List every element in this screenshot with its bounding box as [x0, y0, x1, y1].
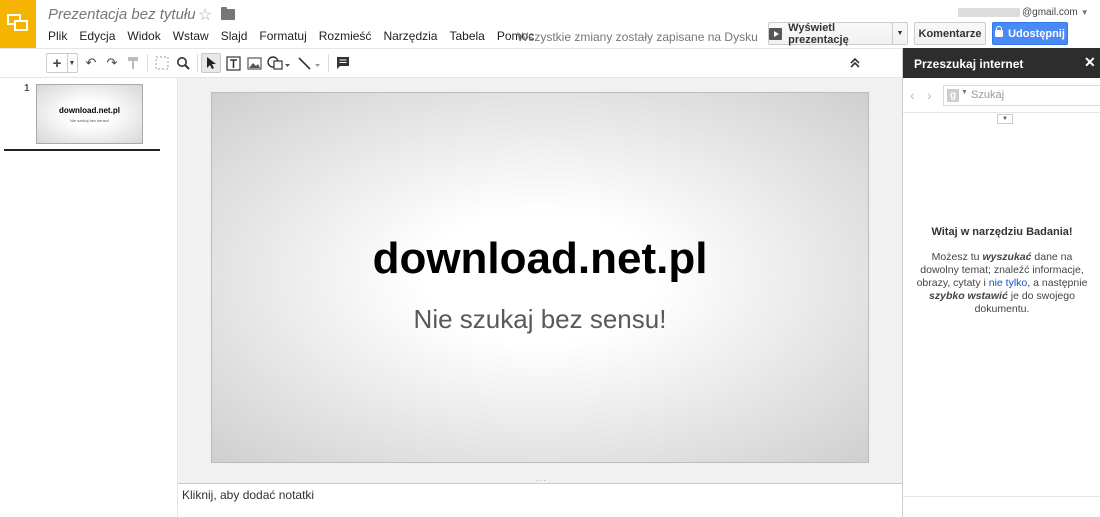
toolbar: + ▼ ↶ ↷ — [0, 48, 902, 78]
speaker-notes[interactable]: Kliknij, aby dodać notatki — [178, 484, 902, 517]
slide-number: 1 — [24, 83, 30, 94]
chevron-down-icon: ▼ — [1080, 8, 1089, 17]
filmstrip-drop-indicator — [4, 149, 160, 151]
new-slide-button[interactable]: + — [46, 53, 68, 73]
slide-thumbnail[interactable]: download.net.pl Nie szukaj bez sensu! — [36, 84, 143, 144]
image-icon[interactable] — [245, 53, 263, 73]
slides-logo-icon — [7, 14, 28, 31]
menu-view[interactable]: Widok — [127, 29, 160, 43]
welcome-body: Możesz tu wyszukać dane na dowolny temat… — [916, 251, 1088, 315]
menu-file[interactable]: Plik — [48, 29, 67, 43]
welcome-title: Witaj w narzędziu Badania! — [931, 226, 1073, 238]
research-divider — [903, 112, 1100, 113]
redo-icon[interactable]: ↷ — [104, 53, 120, 73]
slide-canvas-area: download.net.pl Nie szukaj bez sensu! — [178, 78, 902, 483]
slide-canvas[interactable]: download.net.pl Nie szukaj bez sensu! — [211, 92, 869, 463]
slide-subtitle[interactable]: Nie szukaj bez sensu! — [212, 304, 868, 335]
research-header: Przeszukaj internet ✕ — [903, 48, 1100, 78]
account-redacted — [958, 7, 1020, 17]
shape-icon[interactable] — [266, 53, 292, 73]
zoom-icon[interactable] — [174, 53, 192, 73]
research-search-input[interactable]: g ▼ Szukaj — [943, 85, 1100, 106]
close-icon[interactable]: ✕ — [1084, 54, 1096, 71]
research-panel: Przeszukaj internet ✕ ‹ › g ▼ Szukaj ▼ W… — [902, 48, 1100, 517]
toolbar-divider — [197, 54, 198, 72]
new-slide-dropdown[interactable]: ▼ — [67, 53, 78, 73]
app-header: Prezentacja bez tytułu ☆ Plik Edycja Wid… — [0, 0, 1100, 48]
present-label: Wyświetl prezentację — [788, 21, 849, 46]
menu-insert[interactable]: Wstaw — [173, 29, 209, 43]
chevron-down-icon[interactable]: ▼ — [961, 89, 968, 96]
menu-table[interactable]: Tabela — [449, 29, 484, 43]
select-cursor-icon[interactable] — [201, 53, 221, 73]
menu-arrange[interactable]: Rozmieść — [319, 29, 372, 43]
folder-icon[interactable] — [221, 7, 235, 20]
save-status: Wszystkie zmiany zostały zapisane na Dys… — [517, 30, 758, 44]
star-icon[interactable]: ☆ — [198, 5, 212, 25]
slide-title[interactable]: download.net.pl — [212, 234, 868, 284]
account-menu[interactable]: @gmail.com ▼ — [958, 7, 1089, 18]
comment-icon[interactable] — [334, 53, 352, 73]
filter-dropdown[interactable]: ▼ — [997, 114, 1013, 124]
slides-logo[interactable] — [0, 0, 36, 48]
lock-icon — [995, 26, 1004, 37]
toolbar-divider — [147, 54, 148, 72]
collapse-toolbar-icon[interactable] — [846, 53, 864, 73]
present-dropdown-button[interactable]: ▼ — [892, 22, 908, 45]
play-icon — [769, 27, 783, 40]
account-email: @gmail.com — [1022, 7, 1078, 18]
menu-tools[interactable]: Narzędzia — [383, 29, 437, 43]
chevron-down-icon: ▼ — [896, 30, 904, 37]
slide-filmstrip: 1 download.net.pl Nie szukaj bez sensu! — [0, 78, 178, 517]
menu-format[interactable]: Formatuj — [259, 29, 306, 43]
learn-more-link[interactable]: nie tylko — [989, 277, 1028, 289]
line-icon[interactable] — [296, 53, 322, 73]
forward-icon[interactable]: › — [927, 87, 932, 103]
text-box-icon[interactable] — [224, 53, 242, 73]
back-icon[interactable]: ‹ — [910, 87, 915, 103]
menu-slide[interactable]: Slajd — [221, 29, 248, 43]
zoom-fit-icon[interactable] — [153, 53, 171, 73]
menu-bar: Plik Edycja Widok Wstaw Slajd Formatuj R… — [48, 29, 546, 43]
present-button[interactable]: Wyświetl prezentację — [768, 21, 893, 46]
notes-placeholder: Kliknij, aby dodać notatki — [182, 488, 315, 502]
google-icon[interactable]: g — [947, 89, 959, 102]
search-placeholder: Szukaj — [971, 89, 1005, 101]
research-title: Przeszukaj internet — [914, 57, 1024, 71]
toolbar-divider — [328, 54, 329, 72]
document-title[interactable]: Prezentacja bez tytułu — [48, 6, 196, 23]
comments-button[interactable]: Komentarze — [914, 22, 986, 45]
undo-icon[interactable]: ↶ — [83, 53, 99, 73]
share-button[interactable]: Udostępnij — [992, 22, 1068, 45]
paint-format-icon[interactable] — [125, 53, 141, 73]
share-label: Udostępnij — [1008, 27, 1065, 40]
menu-edit[interactable]: Edycja — [79, 29, 115, 43]
thumbnail-title: download.net.pl — [59, 106, 120, 115]
research-bottom-divider — [903, 496, 1100, 497]
thumbnail-subtitle: Nie szukaj bez sensu! — [70, 118, 109, 123]
